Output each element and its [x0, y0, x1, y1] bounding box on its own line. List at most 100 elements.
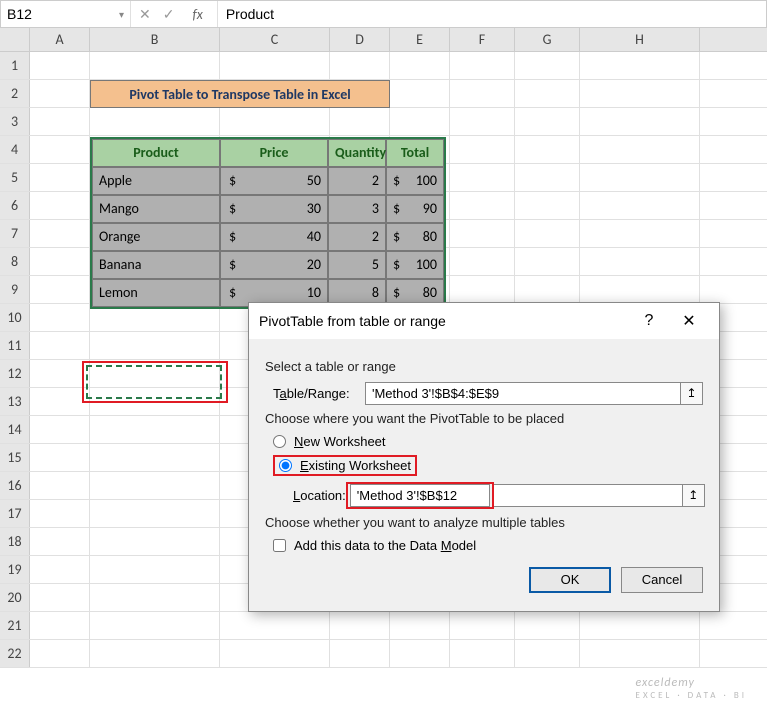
- row-header[interactable]: 16: [0, 472, 30, 499]
- row-header[interactable]: 6: [0, 192, 30, 219]
- cell[interactable]: [580, 52, 700, 79]
- cell[interactable]: [90, 52, 220, 79]
- cell-qty[interactable]: 3: [328, 195, 386, 223]
- cell[interactable]: [515, 248, 580, 275]
- cell-qty[interactable]: 2: [328, 167, 386, 195]
- row-header[interactable]: 1: [0, 52, 30, 79]
- cell-price[interactable]: $20: [220, 251, 328, 279]
- row-header[interactable]: 10: [0, 304, 30, 331]
- cell[interactable]: [450, 640, 515, 667]
- new-worksheet-radio-input[interactable]: [273, 435, 286, 448]
- row-header[interactable]: 11: [0, 332, 30, 359]
- cell[interactable]: [450, 136, 515, 163]
- col-header[interactable]: E: [390, 28, 450, 51]
- cell[interactable]: [450, 276, 515, 303]
- cell[interactable]: [30, 528, 90, 555]
- cell-price[interactable]: $50: [220, 167, 328, 195]
- cell[interactable]: [450, 108, 515, 135]
- cell[interactable]: [30, 192, 90, 219]
- cell[interactable]: [390, 108, 450, 135]
- cell[interactable]: [450, 220, 515, 247]
- cell[interactable]: [220, 612, 330, 639]
- cell[interactable]: [30, 332, 90, 359]
- row-header[interactable]: 15: [0, 444, 30, 471]
- formula-input[interactable]: [218, 1, 766, 27]
- row-header[interactable]: 8: [0, 248, 30, 275]
- cell[interactable]: [30, 444, 90, 471]
- cell[interactable]: [90, 640, 220, 667]
- row-header[interactable]: 2: [0, 80, 30, 107]
- cell[interactable]: [515, 276, 580, 303]
- cell[interactable]: [30, 248, 90, 275]
- cell[interactable]: [450, 192, 515, 219]
- col-header[interactable]: B: [90, 28, 220, 51]
- col-price[interactable]: Price: [220, 139, 328, 167]
- cell-total[interactable]: $100: [386, 167, 444, 195]
- help-icon[interactable]: ?: [629, 312, 669, 330]
- cell[interactable]: [515, 640, 580, 667]
- col-header[interactable]: F: [450, 28, 515, 51]
- cell[interactable]: [30, 220, 90, 247]
- cell[interactable]: [390, 80, 450, 107]
- cell[interactable]: [90, 612, 220, 639]
- cell[interactable]: [580, 640, 700, 667]
- col-header[interactable]: D: [330, 28, 390, 51]
- cell[interactable]: [30, 304, 90, 331]
- row-header[interactable]: 9: [0, 276, 30, 303]
- cell[interactable]: [515, 220, 580, 247]
- cell[interactable]: [30, 472, 90, 499]
- cell[interactable]: [220, 108, 330, 135]
- cell[interactable]: [220, 640, 330, 667]
- row-header[interactable]: 20: [0, 584, 30, 611]
- col-product[interactable]: Product: [92, 139, 220, 167]
- cell-total[interactable]: $80: [386, 223, 444, 251]
- cell[interactable]: [30, 276, 90, 303]
- row-header[interactable]: 12: [0, 360, 30, 387]
- cell[interactable]: [515, 108, 580, 135]
- cell[interactable]: [580, 612, 700, 639]
- cell[interactable]: [330, 108, 390, 135]
- row-header[interactable]: 22: [0, 640, 30, 667]
- cell-price[interactable]: $40: [220, 223, 328, 251]
- cell[interactable]: [30, 80, 90, 107]
- cell[interactable]: [390, 640, 450, 667]
- cell[interactable]: [515, 612, 580, 639]
- col-header[interactable]: A: [30, 28, 90, 51]
- row-header[interactable]: 7: [0, 220, 30, 247]
- name-box[interactable]: ▾: [1, 1, 131, 27]
- cell-product[interactable]: Apple: [92, 167, 220, 195]
- cell-total[interactable]: $90: [386, 195, 444, 223]
- cell-product[interactable]: Mango: [92, 195, 220, 223]
- cancel-button[interactable]: Cancel: [621, 567, 703, 593]
- cell[interactable]: [515, 164, 580, 191]
- chevron-down-icon[interactable]: ▾: [119, 8, 124, 21]
- col-header[interactable]: G: [515, 28, 580, 51]
- existing-worksheet-radio-input[interactable]: [279, 459, 292, 472]
- cell-total[interactable]: $100: [386, 251, 444, 279]
- cell[interactable]: [90, 332, 220, 359]
- datamodel-checkbox[interactable]: [273, 539, 286, 552]
- cell[interactable]: [580, 192, 700, 219]
- col-total[interactable]: Total: [386, 139, 444, 167]
- cell[interactable]: [450, 612, 515, 639]
- cell[interactable]: [580, 80, 700, 107]
- cell-product[interactable]: Banana: [92, 251, 220, 279]
- cell[interactable]: [30, 416, 90, 443]
- cell-price[interactable]: $30: [220, 195, 328, 223]
- dialog-titlebar[interactable]: PivotTable from table or range ? ✕: [249, 303, 719, 339]
- cell[interactable]: [390, 612, 450, 639]
- select-all-corner[interactable]: [0, 28, 30, 51]
- data-table[interactable]: Product Price Quantity Total Apple$502$1…: [90, 137, 446, 309]
- cell[interactable]: [30, 360, 90, 387]
- cell[interactable]: [30, 52, 90, 79]
- cell[interactable]: [30, 136, 90, 163]
- cell[interactable]: [90, 584, 220, 611]
- cell-product[interactable]: Lemon: [92, 279, 220, 307]
- location-input-rest[interactable]: [494, 485, 682, 506]
- existing-worksheet-radio[interactable]: Existing Worksheet: [273, 455, 703, 476]
- row-header[interactable]: 5: [0, 164, 30, 191]
- cell[interactable]: [450, 80, 515, 107]
- row-header[interactable]: 18: [0, 528, 30, 555]
- cell[interactable]: [30, 388, 90, 415]
- col-header[interactable]: H: [580, 28, 700, 51]
